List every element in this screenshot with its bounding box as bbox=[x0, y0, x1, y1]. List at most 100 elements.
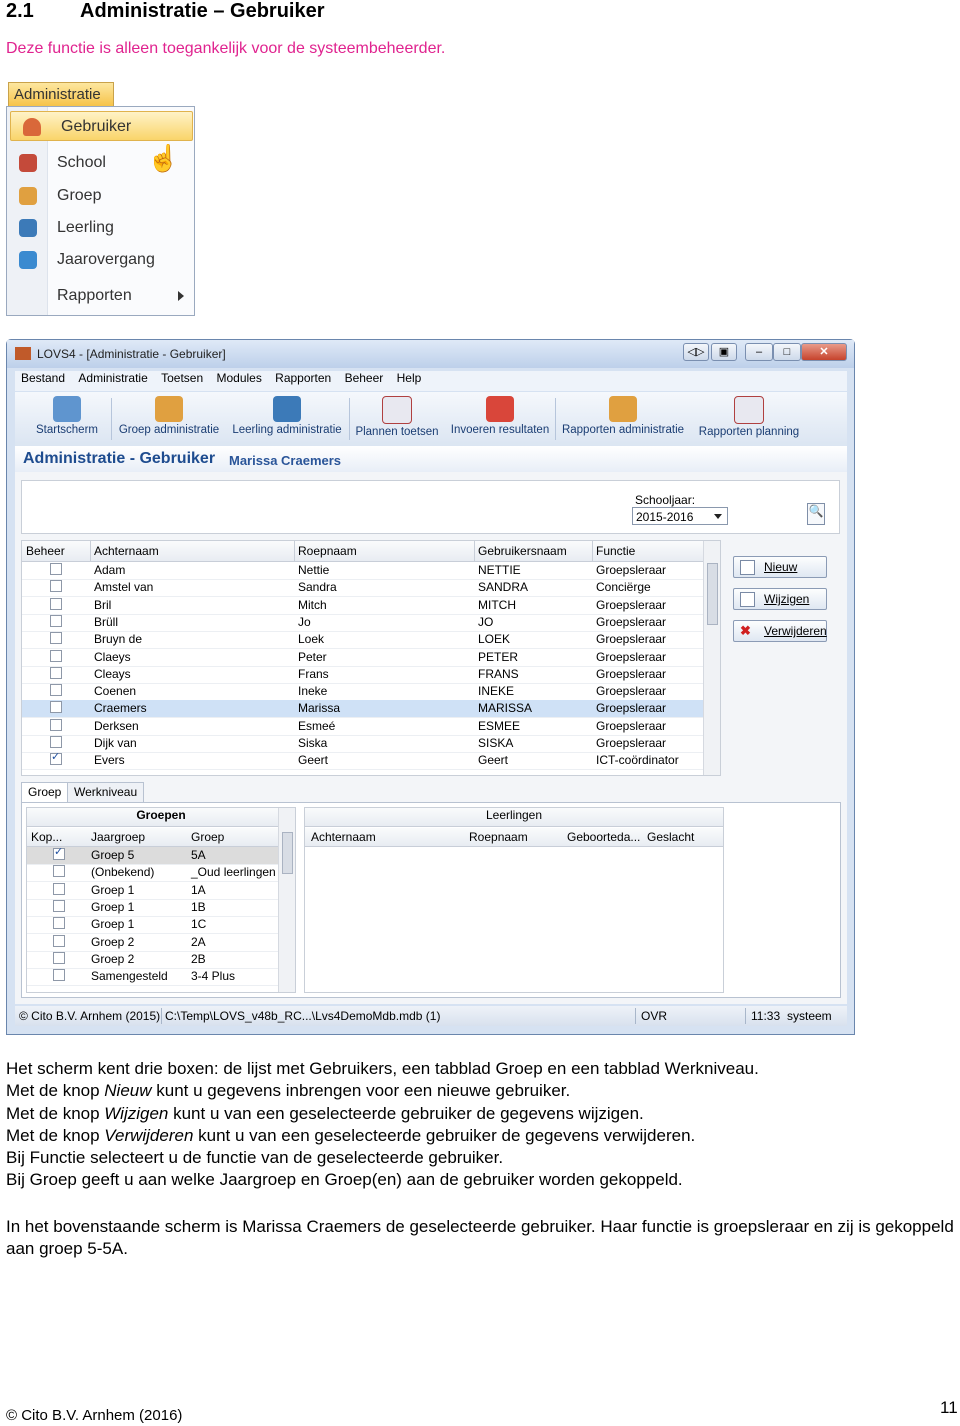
table-row[interactable]: Cleays Frans FRANS Groepsleraar bbox=[22, 666, 704, 684]
menu-rapporten[interactable]: Rapporten bbox=[275, 371, 331, 385]
beheer-checkbox[interactable] bbox=[50, 580, 62, 593]
toolbar-invoeren-resultaten[interactable]: Invoeren resultaten bbox=[447, 392, 553, 446]
cell-achternaam: Bril bbox=[94, 597, 112, 612]
table-row[interactable]: Craemers Marissa MARISSA Groepsleraar bbox=[22, 700, 704, 719]
col-roepnaam[interactable]: Roepnaam bbox=[298, 544, 357, 558]
col-koppeling[interactable]: Kop... bbox=[31, 830, 62, 844]
status-copyright: © Cito B.V. Arnhem (2015) bbox=[19, 1009, 161, 1023]
col-divider bbox=[474, 541, 475, 561]
wijzigen-button[interactable]: Wijzigen bbox=[733, 588, 827, 610]
menu-administratie[interactable]: Administratie bbox=[78, 371, 147, 385]
groepen-scrollbar[interactable] bbox=[278, 808, 295, 992]
table-row[interactable]: Coenen Ineke INEKE Groepsleraar bbox=[22, 683, 704, 702]
menu-item-rapporten[interactable]: Rapporten bbox=[7, 281, 194, 311]
maximize-button[interactable]: □ bbox=[773, 343, 801, 361]
groep-checkbox[interactable] bbox=[53, 899, 65, 912]
menu-item-label: Rapporten bbox=[57, 287, 132, 304]
table-row[interactable]: Groep 1 1C bbox=[27, 916, 279, 935]
table-row[interactable]: Groep 2 2B bbox=[27, 951, 279, 969]
beheer-checkbox[interactable] bbox=[50, 736, 62, 748]
menu-item-leerling[interactable]: Leerling bbox=[7, 213, 194, 243]
beheer-checkbox[interactable] bbox=[50, 614, 62, 627]
groep-checkbox[interactable] bbox=[53, 969, 65, 982]
toolbar-rapporten-planning[interactable]: Rapporten planning bbox=[693, 392, 805, 446]
toolbar-startscherm[interactable]: Startscherm bbox=[25, 392, 109, 446]
beheer-checkbox[interactable] bbox=[50, 666, 62, 679]
table-row[interactable]: Brüll Jo JO Groepsleraar bbox=[22, 614, 704, 632]
menu-item-school[interactable]: School bbox=[7, 148, 194, 178]
cell-jaargroep: Groep 1 bbox=[91, 899, 135, 914]
table-row[interactable]: (Onbekend) _Oud leerlingen bbox=[27, 864, 279, 883]
intro-text: Deze functie is alleen toegankelijk voor… bbox=[6, 40, 446, 57]
body-paragraph: In het bovenstaande scherm is Marissa Cr… bbox=[6, 1217, 954, 1259]
minimize-button[interactable]: – bbox=[745, 343, 773, 361]
beheer-checkbox[interactable] bbox=[50, 632, 62, 645]
col-functie[interactable]: Functie bbox=[596, 544, 635, 558]
menu-help[interactable]: Help bbox=[397, 371, 422, 385]
beheer-checkbox[interactable] bbox=[50, 718, 62, 731]
administratie-dropdown: Gebruiker ☝ School Groep Leerling Jaarov… bbox=[6, 106, 195, 316]
scrollbar-thumb[interactable] bbox=[282, 832, 293, 874]
toolbar-rapporten-administratie[interactable]: Rapporten administratie bbox=[557, 392, 689, 446]
table-row[interactable]: Bril Mitch MITCH Groepsleraar bbox=[22, 597, 704, 615]
menu-item-jaarovergang[interactable]: Jaarovergang bbox=[7, 245, 194, 275]
beheer-checkbox[interactable] bbox=[50, 701, 62, 714]
menu-modules[interactable]: Modules bbox=[216, 371, 261, 385]
nieuw-button[interactable]: Nieuw bbox=[733, 556, 827, 578]
close-button[interactable]: ✕ bbox=[801, 343, 847, 361]
status-divider bbox=[161, 1008, 162, 1024]
scrollbar-thumb[interactable] bbox=[707, 563, 718, 625]
groep-checkbox[interactable] bbox=[53, 951, 65, 964]
schooljaar-label: Schooljaar: bbox=[635, 493, 696, 507]
users-grid-scrollbar[interactable] bbox=[703, 541, 720, 775]
col-roepnaam[interactable]: Roepnaam bbox=[469, 830, 528, 844]
verwijderen-button[interactable]: ✖ Verwijderen bbox=[733, 620, 827, 642]
table-row[interactable]: Groep 2 2A bbox=[27, 934, 279, 952]
toolbar-plannen-toetsen[interactable]: Plannen toetsen bbox=[351, 392, 443, 446]
groep-checkbox[interactable] bbox=[53, 917, 65, 930]
beheer-checkbox[interactable] bbox=[50, 597, 62, 610]
beheer-checkbox[interactable] bbox=[50, 750, 62, 766]
col-achternaam[interactable]: Achternaam bbox=[94, 544, 159, 558]
table-row[interactable]: Amstel van Sandra SANDRA Conciërge bbox=[22, 579, 704, 598]
table-row[interactable]: Samengesteld 3-4 Plus bbox=[27, 968, 279, 987]
groep-checkbox[interactable] bbox=[53, 845, 65, 860]
menu-toetsen[interactable]: Toetsen bbox=[161, 371, 203, 385]
menu-item-groep[interactable]: Groep bbox=[7, 181, 194, 211]
beheer-checkbox[interactable] bbox=[50, 684, 62, 697]
table-row[interactable]: Dijk van Siska SISKA Groepsleraar bbox=[22, 735, 704, 753]
beheer-checkbox[interactable] bbox=[50, 563, 62, 575]
tab-werkniveau[interactable]: Werkniveau bbox=[67, 782, 145, 802]
col-geboortedatum[interactable]: Geboorteda... bbox=[567, 830, 640, 844]
toolbar-groep-administratie[interactable]: Groep administratie bbox=[113, 392, 225, 446]
table-row[interactable]: Bruyn de Loek LOEK Groepsleraar bbox=[22, 631, 704, 650]
status-divider bbox=[635, 1008, 636, 1024]
col-geslacht[interactable]: Geslacht bbox=[647, 830, 694, 844]
restore-child-button[interactable]: ▣ bbox=[711, 343, 737, 361]
menu-beheer[interactable]: Beheer bbox=[345, 371, 384, 385]
groep-checkbox[interactable] bbox=[53, 865, 65, 878]
col-jaargroep[interactable]: Jaargroep bbox=[91, 830, 145, 844]
menu-bestand[interactable]: Bestand bbox=[21, 371, 65, 385]
menu-item-gebruiker[interactable]: Gebruiker bbox=[10, 111, 193, 141]
table-row[interactable]: Groep 1 1A bbox=[27, 882, 279, 900]
nav-arrows-button[interactable]: ◁▷ bbox=[683, 343, 709, 361]
menu-tab-administratie[interactable]: Administratie bbox=[8, 82, 114, 106]
tab-groep[interactable]: Groep bbox=[21, 782, 69, 802]
schooljaar-select[interactable]: 2015-2016 bbox=[632, 507, 728, 525]
beheer-checkbox[interactable] bbox=[50, 649, 62, 662]
table-row[interactable]: Evers Geert Geert ICT-coördinator bbox=[22, 750, 704, 771]
table-row[interactable]: Groep 5 5A bbox=[27, 845, 279, 865]
col-beheer[interactable]: Beheer bbox=[26, 544, 65, 558]
groep-checkbox[interactable] bbox=[53, 882, 65, 895]
search-icon[interactable]: 🔍 bbox=[807, 503, 825, 525]
table-row[interactable]: Claeys Peter PETER Groepsleraar bbox=[22, 649, 704, 667]
table-row[interactable]: Derksen Esmeé ESMEE Groepsleraar bbox=[22, 718, 704, 736]
table-row[interactable]: Groep 1 1B bbox=[27, 899, 279, 917]
toolbar-leerling-administratie[interactable]: Leerling administratie bbox=[227, 392, 347, 446]
groep-checkbox[interactable] bbox=[53, 934, 65, 947]
col-achternaam[interactable]: Achternaam bbox=[311, 830, 376, 844]
col-gebruikersnaam[interactable]: Gebruikersnaam bbox=[478, 544, 567, 558]
col-groep[interactable]: Groep bbox=[191, 830, 224, 844]
table-row[interactable]: Adam Nettie NETTIE Groepsleraar bbox=[22, 562, 704, 580]
